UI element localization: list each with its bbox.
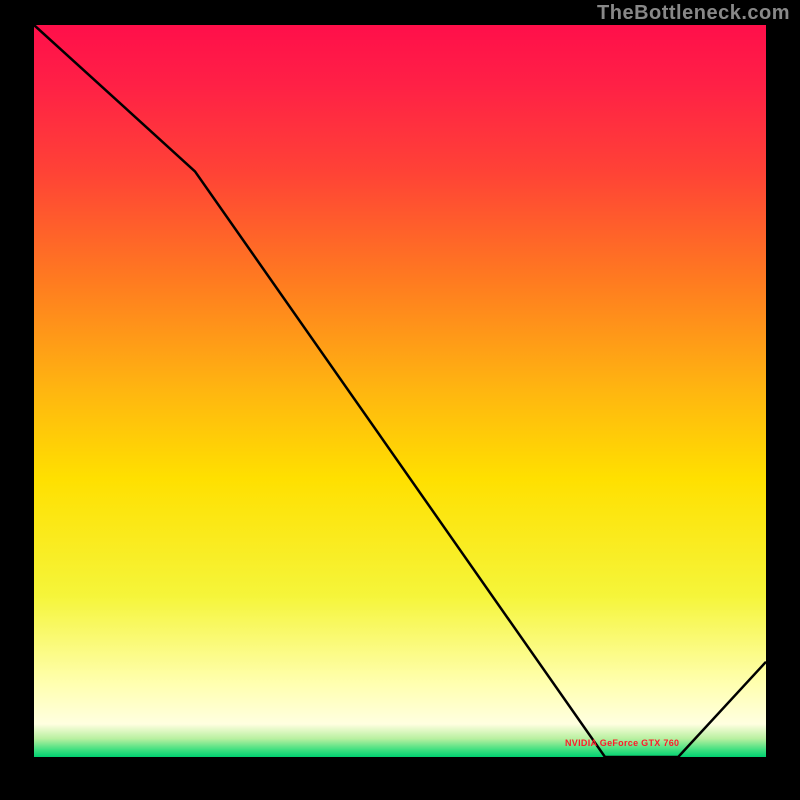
attribution-label: TheBottleneck.com	[597, 2, 790, 25]
callout-gpu-label: NVIDIA GeForce GTX 760	[565, 738, 679, 748]
plot-background	[34, 25, 766, 757]
chart-container: TheBottleneck.com NVIDIA GeForce GTX 760	[0, 0, 800, 800]
bottleneck-chart	[0, 0, 800, 800]
